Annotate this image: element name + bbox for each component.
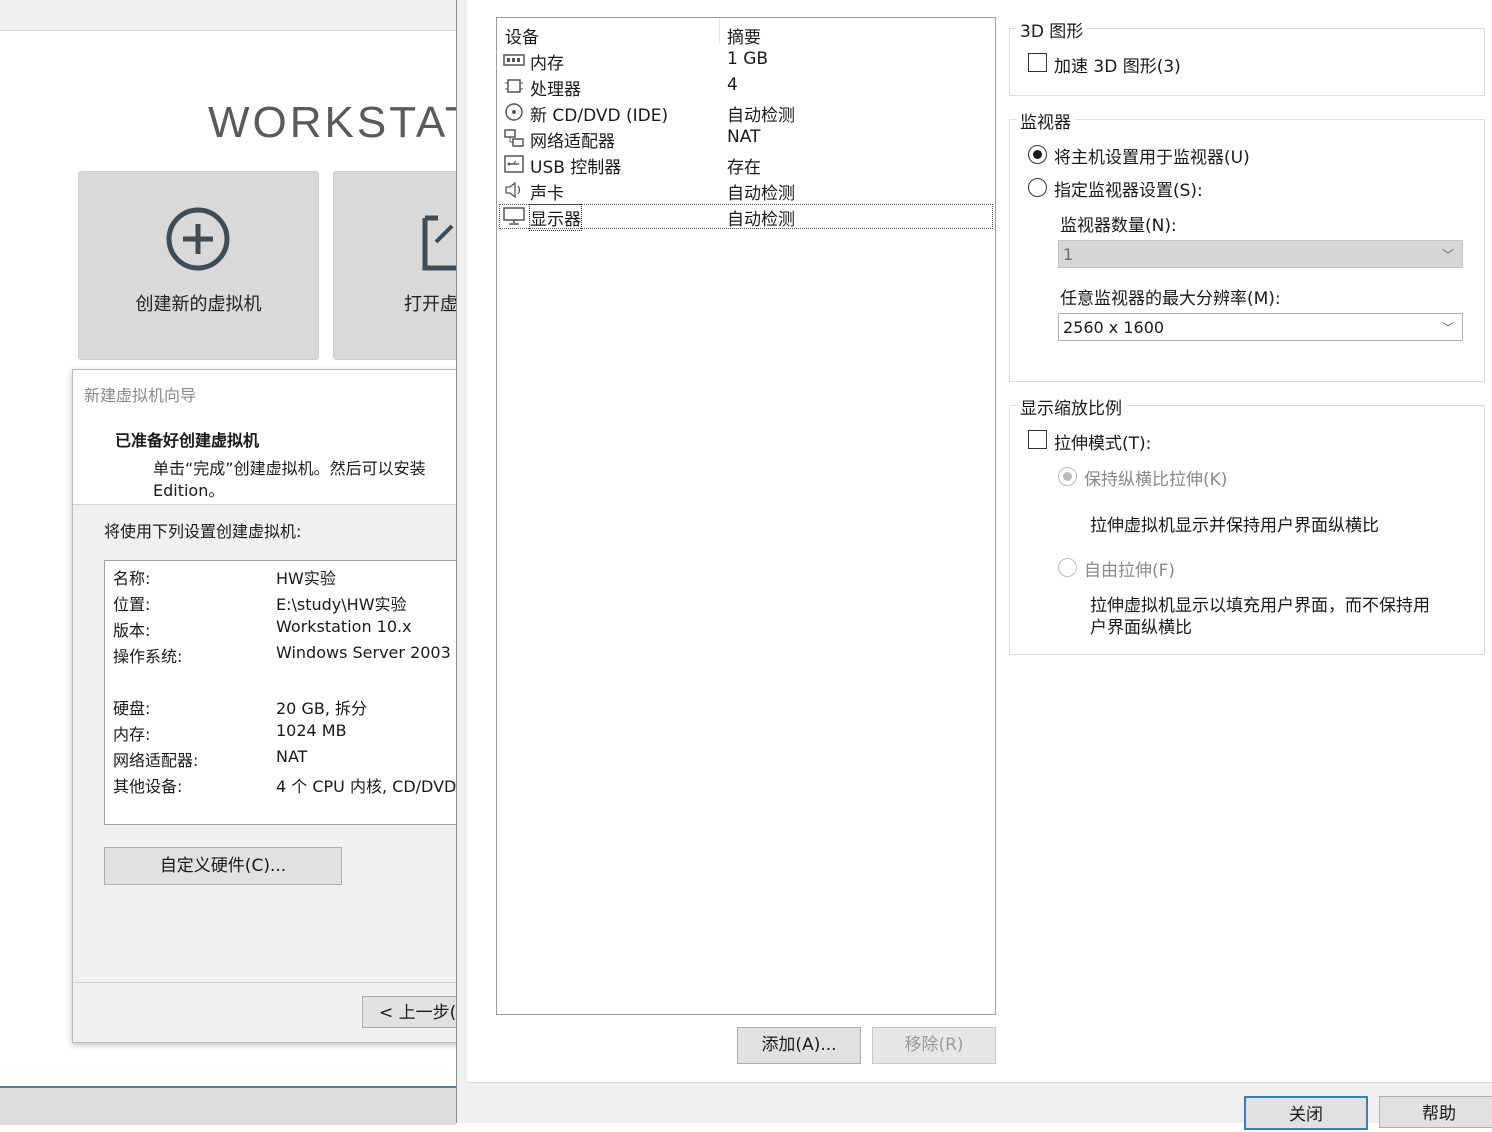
graphics-3d-group: 3D 图形 加速 3D 图形(3) [1009,17,1485,96]
device-summary: NAT [727,127,761,147]
wizard-heading: 已准备好创建虚拟机 [115,431,260,450]
device-row-processor[interactable]: 处理器 4 [499,74,993,100]
wizard-header: 新建虚拟机向导 已准备好创建虚拟机 单击“完成”创建虚拟机。然后可以安装 Edi… [73,370,473,505]
settings-summary: 名称: HW实验 位置: E:\study\HW实验 版本: Workstati… [104,560,486,825]
specify-monitor-label[interactable]: 指定监视器设置(S): [1054,176,1203,201]
device-name: 内存 [530,54,564,74]
accelerate-3d-label[interactable]: 加速 3D 图形(3) [1054,52,1181,77]
free-stretch-radio[interactable] [1058,558,1077,577]
plus-circle-icon [166,207,230,271]
stretch-mode-label[interactable]: 拉伸模式(T): [1054,429,1151,454]
close-button[interactable]: 关闭 [1244,1096,1368,1130]
device-summary: 1 GB [727,49,769,69]
max-resolution-select[interactable]: 2560 x 1600 ﹀ [1058,313,1463,341]
summary-key: 硬盘: [113,699,151,718]
monitor-count-label: 监视器数量(N): [1060,216,1177,236]
summary-value: Windows Server 2003 E [276,643,466,662]
help-button[interactable]: 帮助 [1379,1096,1492,1128]
monitor-icon [503,207,525,225]
create-vm-tile[interactable]: 创建新的虚拟机 [78,171,319,360]
wizard-description: 单击“完成”创建虚拟机。然后可以安装 [153,459,426,478]
create-vm-label: 创建新的虚拟机 [135,294,262,315]
max-resolution-value: 2560 x 1600 [1063,318,1165,337]
add-device-button[interactable]: 添加(A)... [737,1027,861,1064]
workstation-brand: WORKSTAT [208,98,475,147]
monitor-count-select[interactable]: 1 ﹀ [1058,240,1463,268]
stretch-mode-checkbox[interactable] [1028,430,1047,449]
home-toolbar-strip [0,0,456,31]
device-name: 处理器 [530,80,581,100]
device-row-cddvd[interactable]: 新 CD/DVD (IDE) 自动检测 [499,100,993,126]
keep-aspect-label[interactable]: 保持纵横比拉伸(K) [1084,465,1227,490]
wizard-description-cont: Edition。 [153,481,225,500]
graphics-3d-title: 3D 图形 [1016,17,1088,42]
device-summary: 4 [727,75,738,95]
keep-aspect-radio[interactable] [1058,467,1077,486]
chevron-down-icon: ﹀ [1441,248,1454,262]
device-summary: 自动检测 [727,210,795,230]
summary-intro: 将使用下列设置创建虚拟机: [104,522,302,541]
device-row-memory[interactable]: 内存 1 GB [499,48,993,74]
hardware-dialog: 设备 摘要 内存 1 GB 处理器 4 新 CD/DVD (IDE) 自动检测 … [456,0,1492,1130]
summary-key: 网络适配器: [113,751,199,770]
new-vm-wizard: 新建虚拟机向导 已准备好创建虚拟机 单击“完成”创建虚拟机。然后可以安装 Edi… [72,369,486,1043]
device-row-usb[interactable]: USB 控制器 存在 [499,152,993,178]
open-vm-tile[interactable]: 打开虚 [333,171,475,360]
max-resolution-label: 任意监视器的最大分辨率(M): [1060,289,1281,309]
summary-value: Workstation 10.x [276,617,412,636]
monitors-title: 监视器 [1016,108,1075,133]
display-scaling-group: 显示缩放比例 拉伸模式(T): 保持纵横比拉伸(K) 拉伸虚拟机显示并保持用户界… [1009,394,1485,655]
use-host-setting-label[interactable]: 将主机设置用于监视器(U) [1054,143,1250,168]
device-name: 新 CD/DVD (IDE) [530,106,669,126]
summary-value: E:\study\HW实验 [276,595,407,614]
device-row-sound[interactable]: 声卡 自动检测 [499,178,993,204]
memory-icon [503,54,525,66]
monitors-group: 监视器 将主机设置用于监视器(U) 指定监视器设置(S): 监视器数量(N): … [1009,108,1485,382]
wizard-footer-divider [73,982,473,983]
wizard-title: 新建虚拟机向导 [84,386,197,405]
column-header-summary[interactable]: 摘要 [727,23,761,48]
device-name: 显示器 [529,204,582,231]
free-stretch-label[interactable]: 自由拉伸(F) [1084,556,1175,581]
summary-key: 位置: [113,595,151,614]
device-name: 声卡 [530,184,564,204]
summary-value: 4 个 CPU 内核, CD/DVD [276,777,457,796]
column-header-device[interactable]: 设备 [505,23,539,48]
summary-value: 1024 MB [276,721,347,740]
speaker-icon [505,181,521,199]
device-summary: 自动检测 [727,184,795,204]
free-stretch-description-cont: 户界面纵横比 [1090,618,1192,638]
cpu-icon [505,79,523,93]
device-list[interactable]: 设备 摘要 内存 1 GB 处理器 4 新 CD/DVD (IDE) 自动检测 … [496,17,996,1015]
device-summary: 自动检测 [727,106,795,126]
customize-hardware-button[interactable]: 自定义硬件(C)... [104,847,342,885]
summary-key: 操作系统: [113,647,183,666]
display-scaling-title: 显示缩放比例 [1016,394,1126,419]
device-row-display[interactable]: 显示器 自动检测 [499,204,993,231]
network-icon [504,129,524,147]
device-name: USB 控制器 [530,158,622,178]
specify-monitor-radio[interactable] [1028,178,1047,197]
summary-value: NAT [276,747,308,766]
device-name: 网络适配器 [530,132,615,152]
device-row-network[interactable]: 网络适配器 NAT [499,126,993,152]
summary-value: HW实验 [276,569,336,588]
summary-key: 名称: [113,569,151,588]
chevron-down-icon: ﹀ [1441,321,1454,335]
remove-device-button[interactable]: 移除(R) [872,1027,996,1064]
keep-aspect-description: 拉伸虚拟机显示并保持用户界面纵横比 [1090,516,1379,536]
use-host-setting-radio[interactable] [1028,145,1047,164]
summary-key: 内存: [113,725,151,744]
hardware-panel: 设备 摘要 内存 1 GB 处理器 4 新 CD/DVD (IDE) 自动检测 … [467,0,1492,1083]
home-status-bar [0,1086,456,1125]
usb-icon [504,155,524,173]
monitor-count-value: 1 [1063,245,1074,264]
summary-value: 20 GB, 拆分 [276,699,367,718]
accelerate-3d-checkbox[interactable] [1028,53,1047,72]
column-divider[interactable] [719,18,720,44]
cd-icon [505,103,523,121]
device-summary: 存在 [727,158,761,178]
summary-key: 其他设备: [113,777,183,796]
summary-key: 版本: [113,621,151,640]
